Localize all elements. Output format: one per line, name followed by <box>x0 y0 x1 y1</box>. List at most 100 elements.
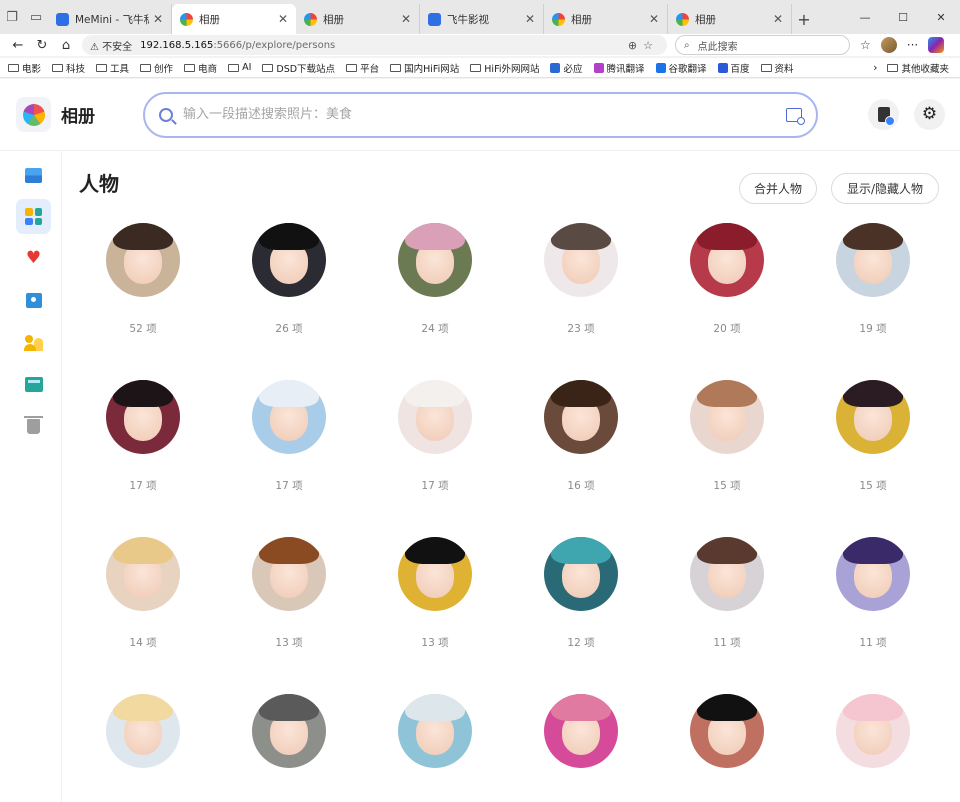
bookmark-folder[interactable]: 资料 <box>760 61 794 75</box>
person-card[interactable]: 13 项 <box>216 537 362 650</box>
url-field[interactable]: ⚠ 不安全 192.168.5.165:5666/p/explore/perso… <box>82 35 667 55</box>
bookmark-folder[interactable]: AI <box>228 62 251 73</box>
person-card[interactable] <box>216 694 362 768</box>
person-card[interactable]: 15 项 <box>654 380 800 493</box>
person-card[interactable] <box>800 694 946 768</box>
browser-tab[interactable]: 相册 ✕ <box>668 4 792 34</box>
more-icon[interactable]: ··· <box>907 38 918 52</box>
person-avatar[interactable] <box>106 694 180 768</box>
close-tab-icon[interactable]: ✕ <box>525 12 535 26</box>
sidebar-item-trash[interactable] <box>16 409 51 444</box>
person-card[interactable]: 15 项 <box>800 380 946 493</box>
person-card[interactable] <box>654 694 800 768</box>
copilot-icon[interactable] <box>928 37 945 53</box>
toggle-persons-button[interactable]: 显示/隐藏人物 <box>831 173 939 204</box>
settings-button[interactable]: ⚙ <box>914 99 945 130</box>
bookmark-folder[interactable]: 工具 <box>96 61 129 75</box>
close-tab-icon[interactable]: ✕ <box>153 12 163 26</box>
bookmarks-overflow-icon[interactable]: › <box>873 61 877 74</box>
person-avatar[interactable] <box>836 694 910 768</box>
person-card[interactable] <box>508 694 654 768</box>
person-avatar[interactable] <box>836 223 910 297</box>
person-card[interactable]: 52 项 <box>70 223 216 336</box>
person-card[interactable]: 20 项 <box>654 223 800 336</box>
person-avatar[interactable] <box>106 380 180 454</box>
close-tab-icon[interactable]: ✕ <box>773 12 783 26</box>
person-card[interactable] <box>70 694 216 768</box>
person-avatar[interactable] <box>398 380 472 454</box>
person-avatar[interactable] <box>252 380 326 454</box>
tab-actions-icon[interactable]: ▭ <box>24 0 48 34</box>
person-card[interactable]: 26 项 <box>216 223 362 336</box>
person-avatar[interactable] <box>690 223 764 297</box>
person-avatar[interactable] <box>106 537 180 611</box>
bookmark-folder[interactable]: HiFi外网网站 <box>470 61 539 75</box>
tasks-button[interactable] <box>868 99 899 130</box>
person-avatar[interactable] <box>690 537 764 611</box>
bookmark-folder[interactable]: 电商 <box>184 61 217 75</box>
profile-avatar[interactable] <box>880 37 897 53</box>
photo-search-bar[interactable] <box>143 91 818 138</box>
person-card[interactable]: 17 项 <box>70 380 216 493</box>
bookmark-folder[interactable]: 国内HiFi网站 <box>390 61 459 75</box>
browser-tab[interactable]: 相册 ✕ <box>172 4 296 34</box>
bookmark-folder[interactable]: 科技 <box>52 61 85 75</box>
favorite-star-icon[interactable]: ☆ <box>643 39 659 52</box>
bookmark-folder[interactable]: 创作 <box>140 61 173 75</box>
person-card[interactable]: 19 项 <box>800 223 946 336</box>
person-card[interactable]: 12 项 <box>508 537 654 650</box>
bookmark-folder[interactable]: 电影 <box>8 61 41 75</box>
bookmark-folder[interactable]: 平台 <box>346 61 379 75</box>
person-avatar[interactable] <box>544 537 618 611</box>
sidebar-item-photos[interactable] <box>16 158 51 193</box>
person-card[interactable] <box>362 694 508 768</box>
person-avatar[interactable] <box>544 223 618 297</box>
bookmark-link[interactable]: 必应 <box>550 61 583 75</box>
security-indicator[interactable]: ⚠ 不安全 <box>90 38 132 53</box>
workspaces-icon[interactable]: ❐ <box>0 0 24 34</box>
zoom-icon[interactable]: ⊕ <box>628 39 643 52</box>
person-card[interactable]: 17 项 <box>216 380 362 493</box>
person-avatar[interactable] <box>398 223 472 297</box>
maximize-icon[interactable]: ☐ <box>884 0 922 34</box>
bookmark-folder[interactable]: DSD下载站点 <box>262 61 335 75</box>
bookmark-link[interactable]: 谷歌翻译 <box>655 61 707 75</box>
person-card[interactable]: 16 项 <box>508 380 654 493</box>
person-avatar[interactable] <box>544 694 618 768</box>
photo-search-input[interactable] <box>183 107 786 122</box>
person-avatar[interactable] <box>252 223 326 297</box>
sidebar-item-explore[interactable] <box>16 199 51 234</box>
person-card[interactable]: 17 项 <box>362 380 508 493</box>
sidebar-item-people[interactable] <box>16 325 51 360</box>
close-tab-icon[interactable]: ✕ <box>278 12 288 26</box>
person-card[interactable]: 14 项 <box>70 537 216 650</box>
browser-tab[interactable]: 相册 ✕ <box>296 4 420 34</box>
person-avatar[interactable] <box>398 694 472 768</box>
person-card[interactable]: 24 项 <box>362 223 508 336</box>
person-avatar[interactable] <box>398 537 472 611</box>
minimize-icon[interactable]: — <box>846 0 884 34</box>
person-avatar[interactable] <box>252 694 326 768</box>
sidebar-item-albums[interactable] <box>16 283 51 318</box>
person-card[interactable]: 11 项 <box>654 537 800 650</box>
other-bookmarks-folder[interactable]: 其他收藏夹 <box>887 61 949 75</box>
close-tab-icon[interactable]: ✕ <box>401 12 411 26</box>
sidebar-item-favorites[interactable]: ♥ <box>16 241 51 276</box>
browser-search-box[interactable]: ⌕ 点此搜索 <box>675 35 850 55</box>
person-avatar[interactable] <box>836 537 910 611</box>
home-icon[interactable]: ⌂ <box>54 38 78 53</box>
back-icon[interactable]: ← <box>6 38 30 53</box>
merge-persons-button[interactable]: 合并人物 <box>739 173 817 204</box>
bookmark-link[interactable]: 百度 <box>717 61 750 75</box>
image-search-icon[interactable] <box>786 107 805 125</box>
person-avatar[interactable] <box>690 694 764 768</box>
new-tab-button[interactable]: + <box>792 4 816 34</box>
person-avatar[interactable] <box>544 380 618 454</box>
person-avatar[interactable] <box>836 380 910 454</box>
person-avatar[interactable] <box>106 223 180 297</box>
person-avatar[interactable] <box>690 380 764 454</box>
close-tab-icon[interactable]: ✕ <box>649 12 659 26</box>
person-card[interactable]: 23 项 <box>508 223 654 336</box>
person-card[interactable]: 11 项 <box>800 537 946 650</box>
sidebar-item-shared[interactable] <box>16 367 51 402</box>
